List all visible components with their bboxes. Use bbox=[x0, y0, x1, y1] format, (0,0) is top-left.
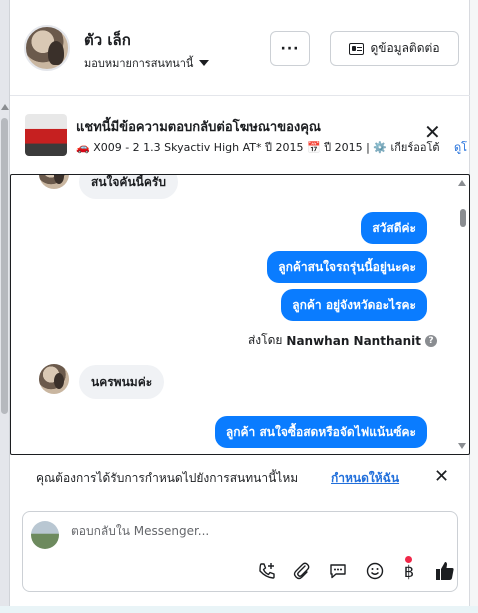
scrollbar-thumb[interactable] bbox=[460, 209, 466, 227]
avatar bbox=[39, 175, 69, 189]
ad-reply-title: แชทนี้มีข้อความตอบกลับต่อโฆษณาของคุณ bbox=[76, 120, 321, 135]
reply-input[interactable] bbox=[71, 524, 431, 538]
assign-to-me-link[interactable]: กำหนดให้ฉัน bbox=[331, 469, 399, 488]
outgoing-message: ลูกค้า อยู่จังหวัดอะไรคะ bbox=[281, 289, 427, 321]
outgoing-message: ลูกค้าสนใจรถรุ่นนี้อยู่นะคะ bbox=[267, 251, 427, 283]
attach-icon[interactable] bbox=[291, 560, 313, 582]
right-edge bbox=[470, 0, 478, 613]
close-icon[interactable]: ✕ bbox=[434, 466, 449, 487]
scrollbar-thumb[interactable] bbox=[1, 118, 8, 414]
contact-card-icon bbox=[349, 42, 365, 55]
outgoing-message: ลูกค้า สนใจซื้อสดหรือจัดไฟแน้นซ์คะ bbox=[214, 416, 427, 448]
sent-by-prefix: ส่งโดย bbox=[247, 333, 283, 347]
help-icon[interactable]: ? bbox=[425, 334, 437, 347]
avatar bbox=[39, 364, 69, 394]
page-avatar bbox=[31, 521, 59, 549]
conversation-header: ตัว เล็ก มอบหมายการสนทนานี้ ··· ดูข้อมูล… bbox=[10, 0, 470, 96]
view-contact-label: ดูข้อมูลติดต่อ bbox=[370, 41, 440, 55]
view-contact-button[interactable]: ดูข้อมูลติดต่อ bbox=[330, 31, 459, 66]
avatar[interactable] bbox=[24, 25, 70, 71]
emoji-icon[interactable] bbox=[364, 560, 386, 582]
assign-dropdown[interactable]: มอบหมายการสนทนานี้ bbox=[84, 54, 210, 72]
assignment-notice: คุณต้องการได้รับการกำหนดไปยังการสนทนานี้… bbox=[10, 463, 470, 491]
thumbs-up-icon[interactable] bbox=[434, 560, 456, 582]
notification-dot bbox=[405, 556, 412, 563]
caret-down-icon bbox=[199, 60, 210, 66]
conversation-panel: ตัว เล็ก มอบหมายการสนทนานี้ ··· ดูข้อมูล… bbox=[10, 0, 470, 606]
message-thread[interactable]: สนใจคันนี้ครับ สวัสดีค่ะ ลูกค้าสนใจรถรุ่… bbox=[10, 174, 470, 455]
ad-reply-banner: แชทนี้มีข้อความตอบกลับต่อโฆษณาของคุณ 🚗 X… bbox=[10, 104, 470, 166]
saved-replies-icon[interactable] bbox=[327, 560, 349, 582]
ad-reply-subtitle: 🚗 X009 - 2 1.3 Skyactiv High AT* ปี 2015… bbox=[76, 141, 440, 154]
more-options-button[interactable]: ··· bbox=[270, 31, 310, 66]
payment-icon[interactable]: ฿ bbox=[398, 560, 420, 582]
contact-name[interactable]: ตัว เล็ก bbox=[84, 28, 131, 52]
call-icon[interactable] bbox=[256, 560, 278, 582]
assignment-notice-text: คุณต้องการได้รับการกำหนดไปยังการสนทนานี้… bbox=[36, 471, 299, 485]
scroll-up-icon[interactable] bbox=[1, 104, 9, 110]
outgoing-message: สวัสดีค่ะ bbox=[361, 212, 427, 244]
thread-scrollbar[interactable] bbox=[455, 175, 469, 454]
message-composer: ฿ bbox=[22, 511, 458, 592]
close-icon[interactable]: ✕ bbox=[424, 122, 441, 142]
assign-label: มอบหมายการสนทนานี้ bbox=[84, 57, 194, 70]
scroll-up-icon[interactable] bbox=[458, 180, 466, 186]
ad-view-link[interactable]: ดูโ bbox=[454, 138, 467, 156]
sent-by-line: ส่งโดย Nanwhan Nanthanit ? bbox=[248, 331, 437, 350]
sent-by-agent: Nanwhan Nanthanit bbox=[286, 333, 421, 348]
bottom-edge bbox=[0, 606, 478, 613]
incoming-message: นครพนมค่ะ bbox=[79, 365, 165, 399]
incoming-message: สนใจคันนี้ครับ bbox=[79, 175, 178, 199]
left-scrollbar[interactable] bbox=[0, 0, 10, 613]
ad-thumbnail[interactable] bbox=[25, 114, 67, 156]
scroll-down-icon[interactable] bbox=[458, 443, 466, 449]
